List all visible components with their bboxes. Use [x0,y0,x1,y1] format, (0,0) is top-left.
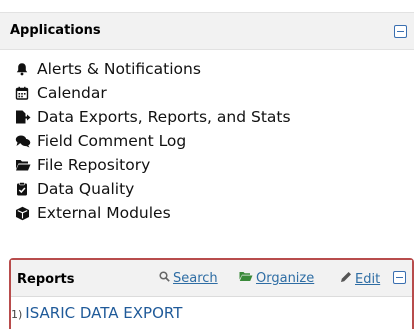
pencil-icon [340,271,352,287]
calendar-icon [15,86,29,100]
reports-panel: Reports Search Organize Edit 1) ISARIC D… [9,258,414,329]
organize-link-label: Organize [256,271,315,286]
menu-item-label: Data Quality [37,180,135,198]
organize-reports-link[interactable]: Organize [239,271,314,286]
menu-item-label: Data Exports, Reports, and Stats [37,108,291,126]
menu-item-field-comment-log[interactable]: Field Comment Log [15,130,186,152]
report-number: 1) [11,308,23,321]
edit-reports-link[interactable]: Edit [340,271,380,287]
bell-icon [15,62,29,76]
reports-title: Reports [17,272,75,287]
folder-open-icon [15,158,31,172]
search-reports-link[interactable]: Search [159,271,218,286]
left-menu: Applications Alerts & Notifications Cale… [0,0,414,329]
menu-item-data-exports[interactable]: Data Exports, Reports, and Stats [15,106,291,128]
cube-icon [15,206,29,221]
applications-header: Applications [0,12,414,50]
menu-item-file-repository[interactable]: File Repository [15,154,150,176]
menu-item-calendar[interactable]: Calendar [15,82,107,104]
report-title-link[interactable]: ISARIC DATA EXPORT [25,304,182,322]
report-item[interactable]: 1) ISARIC DATA EXPORT [11,304,182,322]
reports-header: Reports Search Organize Edit [11,260,412,297]
clipboard-check-icon [15,182,29,196]
menu-item-label: External Modules [37,204,171,222]
search-link-label: Search [173,271,218,286]
menu-item-alerts-notifications[interactable]: Alerts & Notifications [15,58,201,80]
menu-item-label: Calendar [37,84,107,102]
menu-item-external-modules[interactable]: External Modules [15,202,171,224]
file-export-icon [15,110,31,124]
edit-link-label: Edit [355,271,381,287]
folder-open-icon [239,271,253,286]
menu-item-data-quality[interactable]: Data Quality [15,178,134,200]
search-icon [159,271,170,286]
applications-collapse-button[interactable] [394,25,407,38]
applications-title: Applications [10,23,101,38]
menu-item-label: Alerts & Notifications [37,60,201,78]
comments-icon [15,134,31,148]
menu-item-label: Field Comment Log [37,132,187,150]
menu-item-label: File Repository [37,156,151,174]
reports-collapse-button[interactable] [393,271,406,284]
